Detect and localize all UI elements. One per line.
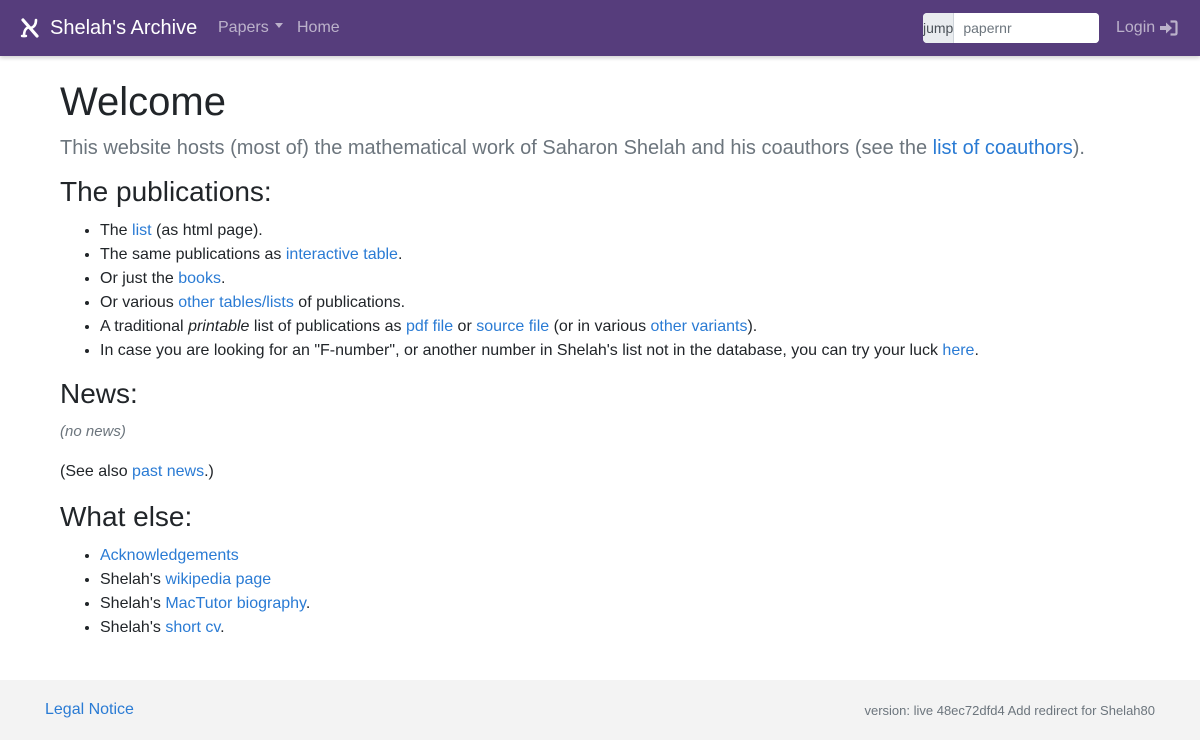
coauthors-link[interactable]: list of coauthors: [933, 137, 1073, 159]
list-item-wikipedia: Shelah's wikipedia page: [100, 568, 1140, 592]
item-text: ).: [747, 318, 758, 335]
nav-papers-label: Papers: [218, 19, 269, 36]
version-info: version: live 48ec72dfd4 Add redirect fo…: [864, 703, 1155, 718]
no-news-text: (no news): [60, 423, 126, 440]
list-item-short-cv: Shelah's short cv.: [100, 616, 1140, 640]
item-text: list of publications as: [249, 318, 406, 335]
source-file-link[interactable]: source file: [476, 318, 549, 335]
item-text: (as html page).: [151, 222, 263, 239]
item-text: (or in various: [549, 318, 651, 335]
item-text: In case you are looking for an "F-number…: [100, 342, 943, 359]
jump-to-label: jump to: [923, 13, 955, 43]
mactutor-link[interactable]: MacTutor biography: [165, 595, 306, 612]
list-item-interactive-table: The same publications as interactive tab…: [100, 243, 1140, 267]
what-else-list: Acknowledgements Shelah's wikipedia page…: [60, 544, 1140, 640]
top-navbar: Shelah's Archive Papers Home jump to Log…: [0, 0, 1200, 56]
item-text: .: [397, 246, 403, 263]
sign-in-icon: [1160, 20, 1178, 36]
item-text: A traditional: [100, 318, 189, 335]
acknowledgements-link[interactable]: Acknowledgements: [100, 547, 239, 564]
past-news-link[interactable]: past news: [132, 463, 204, 480]
page-title: Welcome: [60, 80, 226, 124]
item-emphasis: printable: [188, 318, 250, 335]
item-text: Shelah's: [100, 595, 166, 612]
item-text: .: [305, 595, 311, 612]
intro-text-end: ).: [1072, 137, 1085, 159]
other-tables-link[interactable]: other tables/lists: [178, 294, 294, 311]
list-item-printable: A traditional printable list of publicat…: [100, 315, 1140, 339]
intro-text: This website hosts (most of) the mathema…: [60, 137, 933, 159]
interactive-table-link[interactable]: interactive table: [286, 246, 398, 263]
item-text: .: [220, 619, 225, 636]
wikipedia-link[interactable]: wikipedia page: [165, 571, 271, 588]
item-text: The same publications as: [100, 246, 286, 263]
books-link[interactable]: books: [178, 270, 221, 287]
item-text: Shelah's: [100, 571, 166, 588]
nav-papers-dropdown[interactable]: Papers: [218, 0, 283, 56]
item-text: or: [453, 318, 477, 335]
intro-lead: This website hosts (most of) the mathema…: [60, 134, 1140, 162]
brand-title: Shelah's Archive: [50, 16, 198, 39]
list-item-books: Or just the books.: [100, 267, 1140, 291]
f-number-here-link[interactable]: here: [942, 342, 974, 359]
list-item-f-number: In case you are looking for an "F-number…: [100, 339, 1140, 363]
main-content: Welcome This website hosts (most of) the…: [60, 78, 1140, 640]
html-list-link[interactable]: list: [132, 222, 152, 239]
item-text: of publications.: [293, 294, 406, 311]
see-also-past-news: (See also past news.): [60, 460, 1140, 484]
aleph-logo-icon: [20, 18, 39, 38]
list-item-mactutor: Shelah's MacTutor biography.: [100, 592, 1140, 616]
publications-heading: The publications:: [60, 176, 272, 207]
item-text: .: [220, 270, 226, 287]
what-else-heading: What else:: [60, 501, 193, 532]
item-text: Or various: [100, 294, 179, 311]
login-label: Login: [1116, 19, 1156, 36]
brand-link[interactable]: Shelah's Archive: [20, 0, 197, 56]
see-also-text: (See also: [60, 463, 133, 480]
nav-home-link[interactable]: Home: [297, 0, 340, 56]
paper-number-input[interactable]: [954, 13, 1099, 43]
publications-list: The list (as html page). The same public…: [60, 219, 1140, 363]
news-heading: News:: [60, 378, 138, 409]
other-variants-link[interactable]: other variants: [651, 318, 748, 335]
jump-to-form: jump to: [923, 13, 1099, 43]
list-item-acknowledgements: Acknowledgements: [100, 544, 1140, 568]
pdf-file-link[interactable]: pdf file: [406, 318, 453, 335]
item-text: The: [100, 222, 133, 239]
legal-notice-link[interactable]: Legal Notice: [45, 680, 134, 740]
short-cv-link[interactable]: short cv: [165, 619, 220, 636]
see-also-text-end: .): [204, 463, 214, 480]
item-text: .: [974, 342, 979, 359]
login-link[interactable]: Login: [1116, 0, 1178, 56]
page-footer: Legal Notice version: live 48ec72dfd4 Ad…: [0, 680, 1200, 740]
caret-down-icon: [274, 23, 283, 29]
item-text: Shelah's: [100, 619, 166, 636]
list-item-other-tables: Or various other tables/lists of publica…: [100, 291, 1140, 315]
list-item-html-list: The list (as html page).: [100, 219, 1140, 243]
item-text: Or just the: [100, 270, 179, 287]
